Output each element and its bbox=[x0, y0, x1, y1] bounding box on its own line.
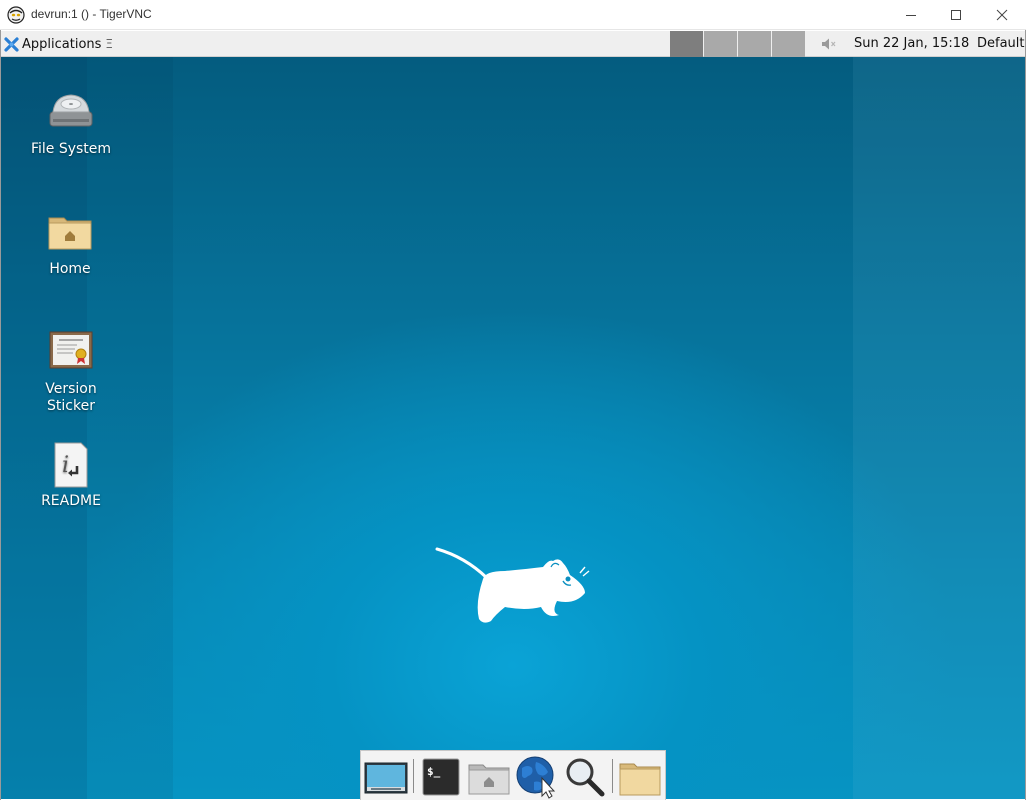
dock-search[interactable] bbox=[562, 754, 608, 800]
xfce-logo-icon bbox=[4, 36, 19, 52]
search-icon bbox=[566, 758, 605, 797]
workspace-4[interactable] bbox=[772, 31, 805, 57]
desktop-icon-label: Home bbox=[49, 261, 91, 277]
workspace-2[interactable] bbox=[704, 31, 737, 57]
desktop[interactable]: File System Home Version Sticker i READM… bbox=[1, 57, 1025, 799]
dock-web-browser[interactable] bbox=[514, 754, 560, 800]
minimize-button[interactable] bbox=[888, 0, 934, 30]
xfce-mouse-logo bbox=[435, 547, 590, 623]
harddrive-icon bbox=[49, 94, 93, 127]
dock-separator bbox=[612, 759, 613, 793]
desktop-icon-label: README bbox=[41, 493, 101, 509]
user-menu[interactable]: Default bbox=[977, 31, 1025, 57]
wallpaper-stripe bbox=[1, 57, 87, 799]
applications-separator: Ξ bbox=[105, 37, 114, 51]
window-title: devrun:1 () - TigerVNC bbox=[31, 7, 152, 21]
show-desktop-icon bbox=[364, 762, 408, 794]
applications-menu-button[interactable]: Applications Ξ bbox=[4, 31, 113, 57]
web-browser-icon bbox=[516, 756, 556, 799]
dock-separator bbox=[413, 759, 414, 793]
wallpaper-stripe bbox=[87, 57, 173, 799]
tigervnc-icon bbox=[7, 6, 25, 24]
dock-terminal[interactable]: $_ bbox=[418, 754, 464, 800]
workspace-switcher[interactable] bbox=[670, 31, 806, 57]
svg-text:i: i bbox=[62, 453, 69, 478]
home-folder-icon bbox=[468, 764, 510, 795]
desktop-icon-readme[interactable]: i README bbox=[21, 441, 121, 510]
terminal-icon: $_ bbox=[422, 758, 460, 796]
maximize-button[interactable] bbox=[933, 0, 979, 30]
window-titlebar[interactable]: devrun:1 () - TigerVNC bbox=[0, 0, 1026, 30]
volume-icon[interactable] bbox=[820, 36, 838, 52]
certificate-icon bbox=[49, 331, 93, 369]
svg-text:$_: $_ bbox=[427, 765, 441, 778]
workspace-1[interactable] bbox=[670, 31, 703, 57]
wallpaper-stripe bbox=[853, 57, 1025, 799]
desktop-icon-version-sticker[interactable]: Version Sticker bbox=[21, 329, 121, 415]
desktop-icon-home[interactable]: Home bbox=[20, 209, 120, 278]
top-panel: Applications Ξ Sun 22 Jan, 15:18 Default bbox=[1, 31, 1025, 57]
dock-folder[interactable] bbox=[617, 754, 663, 800]
desktop-icon-file-system[interactable]: File System bbox=[21, 89, 121, 158]
desktop-icon-label: File System bbox=[30, 141, 112, 157]
panel-clock[interactable]: Sun 22 Jan, 15:18 bbox=[854, 31, 969, 57]
applications-label: Applications bbox=[22, 36, 102, 52]
minimize-icon bbox=[906, 15, 916, 16]
close-icon bbox=[996, 9, 1008, 21]
maximize-icon bbox=[951, 10, 961, 20]
bottom-dock: $_ bbox=[360, 750, 666, 800]
desktop-icon-label: Version Sticker bbox=[45, 381, 97, 414]
dock-home-folder[interactable] bbox=[466, 754, 512, 800]
dock-show-desktop[interactable] bbox=[363, 754, 409, 800]
workspace-3[interactable] bbox=[738, 31, 771, 57]
info-document-icon: i bbox=[54, 442, 88, 488]
close-button[interactable] bbox=[979, 0, 1025, 30]
folder-icon bbox=[619, 763, 661, 796]
home-folder-icon bbox=[48, 217, 92, 250]
